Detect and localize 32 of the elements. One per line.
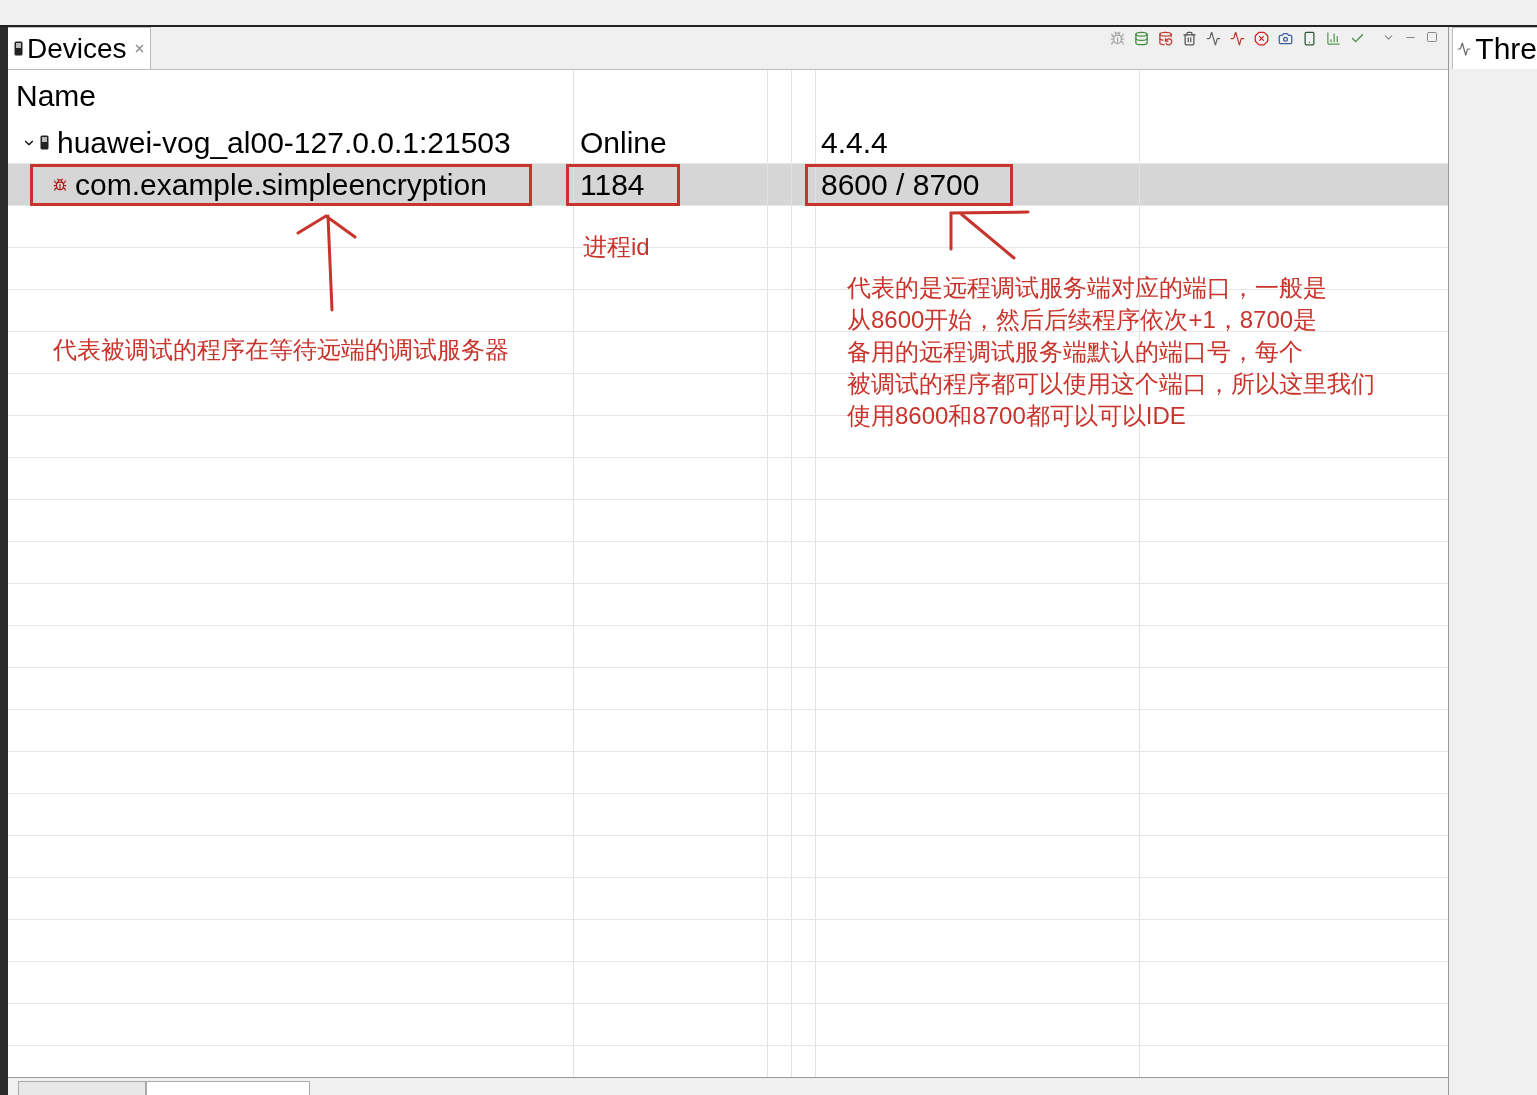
table-cell: 1184 [580, 170, 645, 200]
annotation-line: 被调试的程序都可以使用这个端口，所以这里我们 [847, 369, 1375, 399]
annotation-line: 代表的是远程调试服务端对应的端口，一般是 [847, 273, 1327, 303]
table-row[interactable]: huawei-vog_al00-127.0.0.1:21503 Online 4.4.4 [8, 122, 1449, 164]
annotation-note: 代表被调试的程序在等待远端的调试服务器 [53, 335, 509, 365]
table-row[interactable]: com.example.simpleencryption 1184 8600 / 8700 [8, 164, 1449, 206]
device-name: com.example.simpleencryption [75, 170, 487, 200]
table-cell: 8600 / 8700 [821, 170, 980, 200]
phone-icon [14, 41, 23, 56]
bug-icon[interactable] [1110, 31, 1126, 46]
device-name: huawei-vog_al00-127.0.0.1:21503 [57, 127, 511, 158]
phone-icon [40, 135, 49, 150]
bars-icon[interactable] [1326, 31, 1342, 46]
trash-icon[interactable] [1182, 31, 1198, 46]
panel-tab[interactable]: Devices [8, 27, 151, 69]
bug-icon [53, 178, 67, 192]
close-icon[interactable] [134, 44, 144, 53]
table-cell-text: 4.4.4 [820, 127, 888, 158]
stop-icon[interactable] [1254, 31, 1270, 46]
database-arrow-icon[interactable] [1158, 31, 1174, 46]
camera-icon[interactable] [1278, 31, 1294, 46]
column-header[interactable]: Name [16, 81, 97, 111]
annotation-note: 进程id [583, 232, 650, 262]
annotation-line: 使用8600和8700都可以可以IDE [847, 401, 1186, 431]
annotation-line: 备用的远程调试服务端默认的端口号，每个 [847, 337, 1303, 367]
panel-tab[interactable]: Thre [1452, 27, 1537, 69]
table-cell-text: Online [579, 127, 667, 158]
bottom-tab[interactable] [146, 1081, 310, 1095]
maximize-icon[interactable] [1426, 31, 1439, 43]
annotation-line: 从8600开始，然后后续程序依次+1，8700是 [847, 305, 1318, 335]
screen-icon[interactable] [1302, 31, 1318, 46]
database-icon[interactable] [1134, 31, 1150, 46]
